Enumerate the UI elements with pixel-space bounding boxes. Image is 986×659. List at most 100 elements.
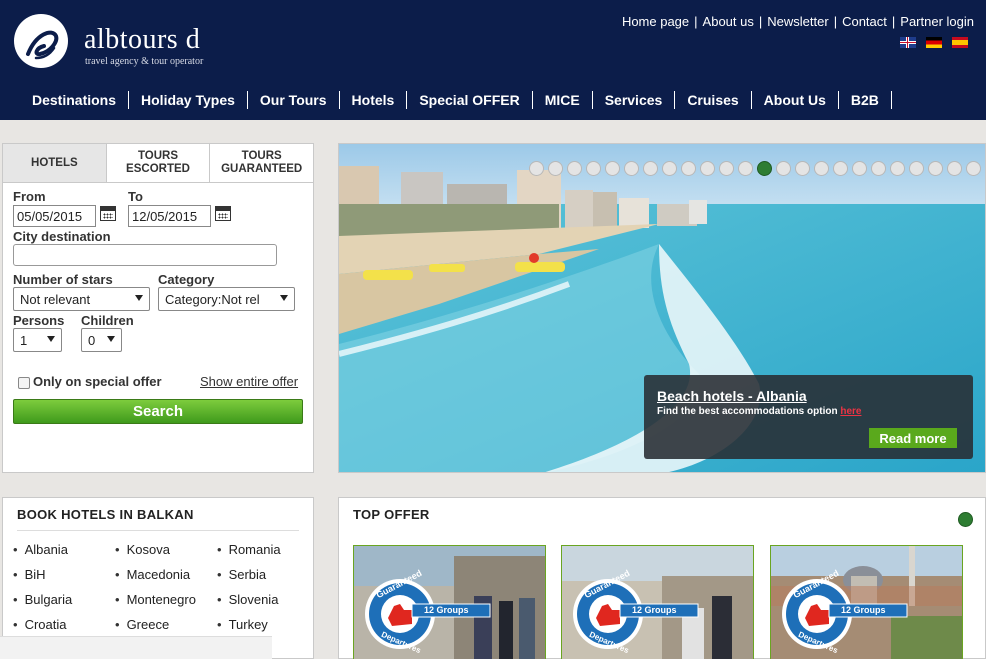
children-select-value: 0 — [88, 333, 96, 348]
nav-mice[interactable]: MICE — [533, 91, 593, 109]
caption-here-link[interactable]: here — [840, 406, 861, 417]
slider-dot[interactable] — [567, 161, 582, 176]
country-link-turkey[interactable]: Turkey — [217, 617, 303, 632]
slider-dot[interactable] — [947, 161, 962, 176]
slider-dot[interactable] — [700, 161, 715, 176]
slider-dot[interactable] — [890, 161, 905, 176]
slider-dot[interactable] — [871, 161, 886, 176]
slider-dot[interactable] — [681, 161, 696, 176]
caption-text-body: Find the best accommodations option — [657, 406, 838, 417]
hero-slider[interactable]: Beach hotels - Albania Find the best acc… — [338, 143, 986, 473]
country-link-bulgaria[interactable]: Bulgaria — [13, 592, 115, 607]
from-date-field[interactable]: 05/05/2015 — [13, 205, 96, 227]
tab-tours-guaranteed-label: TOURS GUARANTEED — [221, 150, 303, 175]
horizontal-scrollbar[interactable] — [0, 636, 272, 659]
calendar-icon[interactable] — [215, 206, 231, 221]
offer-photo — [354, 546, 545, 659]
offer-card-2[interactable]: Guaranteed 12 Groups Departures — [561, 545, 754, 659]
stars-select[interactable]: Not relevant — [13, 287, 150, 311]
balkan-title: BOOK HOTELS IN BALKAN — [17, 507, 194, 522]
slider-dot[interactable] — [529, 161, 544, 176]
country-link-albania[interactable]: Albania — [13, 542, 115, 557]
divider — [17, 530, 299, 531]
slider-dot[interactable] — [852, 161, 867, 176]
slider-dot[interactable] — [586, 161, 601, 176]
tab-hotels[interactable]: HOTELS — [3, 144, 106, 182]
to-date-field[interactable]: 12/05/2015 — [128, 205, 211, 227]
carousel-dot[interactable] — [958, 512, 973, 527]
search-button[interactable]: Search — [13, 399, 303, 424]
slider-dot[interactable] — [605, 161, 620, 176]
country-link-kosova[interactable]: Kosova — [115, 542, 217, 557]
slider-caption: Beach hotels - Albania Find the best acc… — [644, 375, 973, 459]
offer-photo — [562, 546, 753, 659]
country-link-bih[interactable]: BiH — [13, 567, 115, 582]
slider-dot[interactable] — [814, 161, 829, 176]
spain-flag-icon[interactable] — [952, 37, 968, 48]
germany-flag-icon[interactable] — [926, 37, 942, 48]
partner-login-link[interactable]: Partner login — [900, 14, 974, 29]
children-select[interactable]: 0 — [81, 328, 122, 352]
slider-dot[interactable] — [795, 161, 810, 176]
show-entire-offer-link[interactable]: Show entire offer — [200, 374, 298, 389]
persons-select[interactable]: 1 — [13, 328, 62, 352]
logo-icon[interactable] — [14, 14, 68, 68]
slider-dot[interactable] — [928, 161, 943, 176]
slider-dot[interactable] — [833, 161, 848, 176]
offer-card-1[interactable]: Guaranteed 12 Groups Departures — [353, 545, 546, 659]
offer-card-3[interactable]: Guaranteed 12 Groups Departures — [770, 545, 963, 659]
tab-tours-escorted-label: TOURS ESCORTED — [126, 150, 190, 175]
slider-dot[interactable] — [966, 161, 981, 176]
home-page-link[interactable]: Home page — [622, 14, 689, 29]
persons-label: Persons — [13, 313, 65, 328]
link-separator: | — [694, 14, 698, 29]
read-more-button[interactable]: Read more — [869, 428, 957, 448]
slider-dot[interactable] — [624, 161, 639, 176]
country-link-montenegro[interactable]: Montenegro — [115, 592, 217, 607]
slider-dot[interactable] — [738, 161, 753, 176]
special-offer-label: Only on special offer — [33, 374, 162, 389]
category-select-value: Category:Not rel — [165, 292, 260, 307]
nav-b2b[interactable]: B2B — [839, 91, 892, 109]
stars-label: Number of stars — [13, 272, 113, 287]
slider-dot[interactable] — [909, 161, 924, 176]
slider-dot[interactable] — [548, 161, 563, 176]
language-flags — [900, 37, 968, 48]
slider-dot[interactable] — [719, 161, 734, 176]
slider-dot[interactable] — [757, 161, 772, 176]
badge-groups: 12 Groups — [632, 605, 677, 615]
uk-flag-icon[interactable] — [900, 37, 916, 48]
nav-hotels[interactable]: Hotels — [340, 91, 408, 109]
newsletter-link[interactable]: Newsletter — [767, 14, 828, 29]
nav-cruises[interactable]: Cruises — [675, 91, 752, 109]
slider-dot[interactable] — [643, 161, 658, 176]
top-offer-box: TOP OFFER Guaranteed 12 Groups Departure… — [338, 497, 986, 659]
nav-destinations[interactable]: Destinations — [20, 91, 130, 109]
tab-tours-guaranteed[interactable]: TOURS GUARANTEED — [209, 144, 314, 182]
city-destination-label: City destination — [13, 229, 111, 244]
slider-dot[interactable] — [776, 161, 791, 176]
country-link-slovenia[interactable]: Slovenia — [217, 592, 303, 607]
nav-our-tours[interactable]: Our Tours — [248, 91, 340, 109]
contact-link[interactable]: Contact — [842, 14, 887, 29]
category-select[interactable]: Category:Not rel — [158, 287, 295, 311]
persons-select-value: 1 — [20, 333, 28, 348]
city-destination-input[interactable] — [13, 244, 277, 266]
country-link-romania[interactable]: Romania — [217, 542, 303, 557]
nav-special-offer[interactable]: Special OFFER — [407, 91, 533, 109]
nav-about-us[interactable]: About Us — [752, 91, 839, 109]
nav-services[interactable]: Services — [593, 91, 676, 109]
country-link-macedonia[interactable]: Macedonia — [115, 567, 217, 582]
main-nav: Destinations Holiday Types Our Tours Hot… — [20, 91, 892, 109]
country-link-serbia[interactable]: Serbia — [217, 567, 303, 582]
special-offer-checkbox[interactable] — [18, 377, 30, 389]
calendar-icon[interactable] — [100, 206, 116, 221]
country-link-greece[interactable]: Greece — [115, 617, 217, 632]
tab-tours-escorted[interactable]: TOURS ESCORTED — [105, 144, 210, 182]
about-us-link[interactable]: About us — [703, 14, 754, 29]
slider-dot[interactable] — [662, 161, 677, 176]
nav-holiday-types[interactable]: Holiday Types — [129, 91, 248, 109]
brand-name[interactable]: albtours d — [84, 24, 200, 56]
caption-title[interactable]: Beach hotels - Albania — [657, 388, 807, 404]
country-link-croatia[interactable]: Croatia — [13, 617, 115, 632]
